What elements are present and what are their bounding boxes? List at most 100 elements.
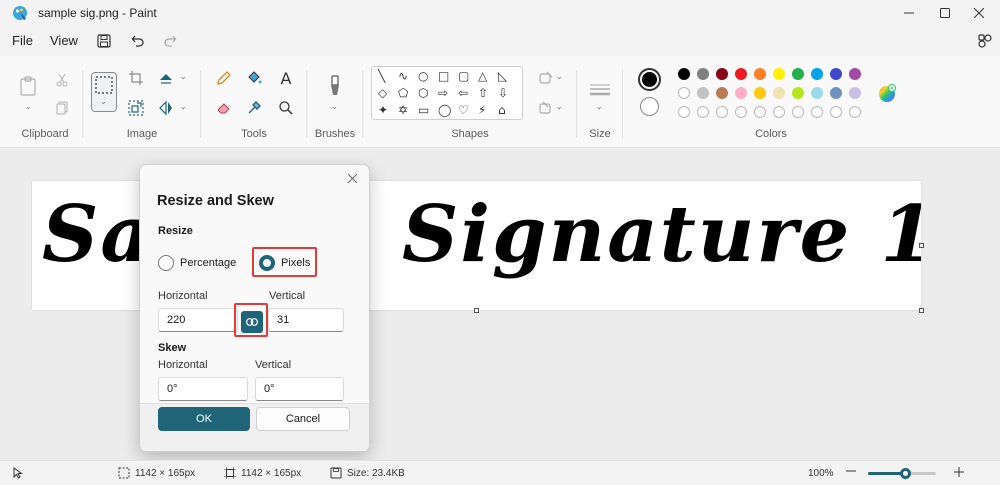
size-caret-icon[interactable]: ⌄ <box>596 102 603 111</box>
menu-view[interactable]: View <box>50 33 78 48</box>
skew-horizontal-input[interactable] <box>158 377 248 401</box>
shape-tool[interactable]: ⇧ <box>478 86 488 100</box>
shapes-gallery[interactable]: ╲ ∿ ○ □ ▢ △ ◺ ◇ ⬠ ⬡ ⇨ ⇦ ⇧ ⇩ ✦ ✡ ▭ ◯ ♡ ⚡ ⌂ <box>371 66 523 120</box>
fill-shape-button[interactable] <box>534 96 558 120</box>
shape-tool[interactable]: ▭ <box>418 103 429 117</box>
color-swatch[interactable] <box>773 87 785 99</box>
color-swatch[interactable] <box>792 68 804 80</box>
rotate-caret-icon[interactable]: ⌄ <box>180 72 187 81</box>
color-swatch[interactable] <box>830 87 842 99</box>
color-swatch[interactable] <box>678 87 690 99</box>
color-swatch[interactable] <box>773 68 785 80</box>
color-swatch[interactable] <box>754 68 766 80</box>
color-swatch[interactable] <box>697 68 709 80</box>
percentage-radio[interactable] <box>158 255 174 271</box>
pixels-radio[interactable] <box>259 255 275 271</box>
color-swatch[interactable] <box>735 68 747 80</box>
shape-tool[interactable]: ⌂ <box>498 103 506 117</box>
color-swatch[interactable] <box>754 87 766 99</box>
redo-button[interactable] <box>159 31 181 51</box>
zoom-out-button[interactable] <box>846 466 858 478</box>
brushes-caret-icon[interactable]: ⌄ <box>331 102 338 111</box>
shape-tool[interactable]: ◺ <box>498 69 507 83</box>
shape-tool[interactable]: ✡ <box>398 103 408 117</box>
shape-tool[interactable]: △ <box>478 69 487 83</box>
color-swatch[interactable] <box>735 87 747 99</box>
zoom-slider[interactable] <box>868 468 936 479</box>
color-swatch[interactable] <box>754 106 766 118</box>
skew-vertical-input[interactable] <box>255 377 344 401</box>
dialog-close-button[interactable] <box>343 169 361 187</box>
shape-tool[interactable]: ⇩ <box>498 86 508 100</box>
shape-tool[interactable]: ⬡ <box>418 86 428 100</box>
color-swatch[interactable] <box>697 106 709 118</box>
primary-color-button[interactable] <box>638 68 661 91</box>
color-swatch[interactable] <box>678 106 690 118</box>
copy-button[interactable] <box>50 96 74 120</box>
color-swatch[interactable] <box>811 68 823 80</box>
shape-tool[interactable]: ○ <box>418 69 428 83</box>
shape-tool[interactable]: ◯ <box>438 103 451 117</box>
vertical-input[interactable] <box>268 308 344 332</box>
shape-tool[interactable]: □ <box>438 69 449 83</box>
zoom-in-button[interactable] <box>954 466 966 478</box>
color-swatch[interactable] <box>849 68 861 80</box>
rotate-button[interactable] <box>154 66 178 90</box>
shape-tool[interactable]: ◇ <box>378 86 387 100</box>
color-swatch[interactable] <box>792 106 804 118</box>
horizontal-input[interactable] <box>158 308 238 332</box>
pencil-button[interactable] <box>212 66 236 90</box>
save-button[interactable] <box>93 31 115 51</box>
color-swatch[interactable] <box>811 106 823 118</box>
color-swatch[interactable] <box>830 68 842 80</box>
select-button[interactable]: ⌄ <box>91 72 117 112</box>
resize-button[interactable] <box>124 96 148 120</box>
color-swatch[interactable] <box>830 106 842 118</box>
text-button[interactable]: A <box>274 66 298 90</box>
color-picker-button[interactable] <box>242 96 266 120</box>
magnifier-button[interactable] <box>274 96 298 120</box>
menu-file[interactable]: File <box>12 33 33 48</box>
zoom-slider-thumb[interactable] <box>900 468 912 479</box>
undo-button[interactable] <box>127 31 149 51</box>
settings-button[interactable] <box>974 31 996 51</box>
cut-button[interactable] <box>50 68 74 92</box>
shape-tool[interactable]: ⬠ <box>398 86 408 100</box>
shape-tool[interactable]: ∿ <box>398 69 408 83</box>
color-swatch[interactable] <box>678 68 690 80</box>
color-swatch[interactable] <box>849 106 861 118</box>
resize-handle-corner[interactable] <box>919 308 924 313</box>
shape-tool[interactable]: ⚡ <box>478 103 486 117</box>
color-swatch[interactable] <box>811 87 823 99</box>
paste-button[interactable] <box>16 74 40 98</box>
ok-button[interactable]: OK <box>158 407 250 431</box>
color-swatch[interactable] <box>735 106 747 118</box>
shape-tool[interactable]: ♡ <box>458 103 469 117</box>
shape-tool[interactable]: ✦ <box>378 103 388 117</box>
color-swatch[interactable] <box>716 87 728 99</box>
close-button[interactable] <box>956 0 1000 26</box>
flip-button[interactable] <box>154 96 178 120</box>
resize-handle-right[interactable] <box>919 243 924 248</box>
outline-caret-icon[interactable]: ⌄ <box>556 72 563 81</box>
fill-shape-caret-icon[interactable]: ⌄ <box>556 102 563 111</box>
edit-colors-button[interactable] <box>877 84 897 104</box>
shape-tool[interactable]: ⇦ <box>458 86 468 100</box>
fill-button[interactable] <box>242 66 266 90</box>
color-swatch[interactable] <box>792 87 804 99</box>
cancel-button[interactable]: Cancel <box>256 407 350 431</box>
size-button[interactable] <box>588 78 612 102</box>
color-swatch[interactable] <box>716 68 728 80</box>
paste-caret-icon[interactable]: ⌄ <box>25 102 32 111</box>
color-swatch[interactable] <box>697 87 709 99</box>
color-swatch[interactable] <box>716 106 728 118</box>
maintain-aspect-ratio-button[interactable] <box>241 311 263 333</box>
color-swatch[interactable] <box>773 106 785 118</box>
shape-tool[interactable]: ▢ <box>458 69 469 83</box>
resize-handle-bottom[interactable] <box>474 308 479 313</box>
secondary-color-button[interactable] <box>640 97 659 116</box>
flip-caret-icon[interactable]: ⌄ <box>180 102 187 111</box>
crop-button[interactable] <box>124 66 148 90</box>
brushes-button[interactable] <box>323 74 347 98</box>
color-swatch[interactable] <box>849 87 861 99</box>
